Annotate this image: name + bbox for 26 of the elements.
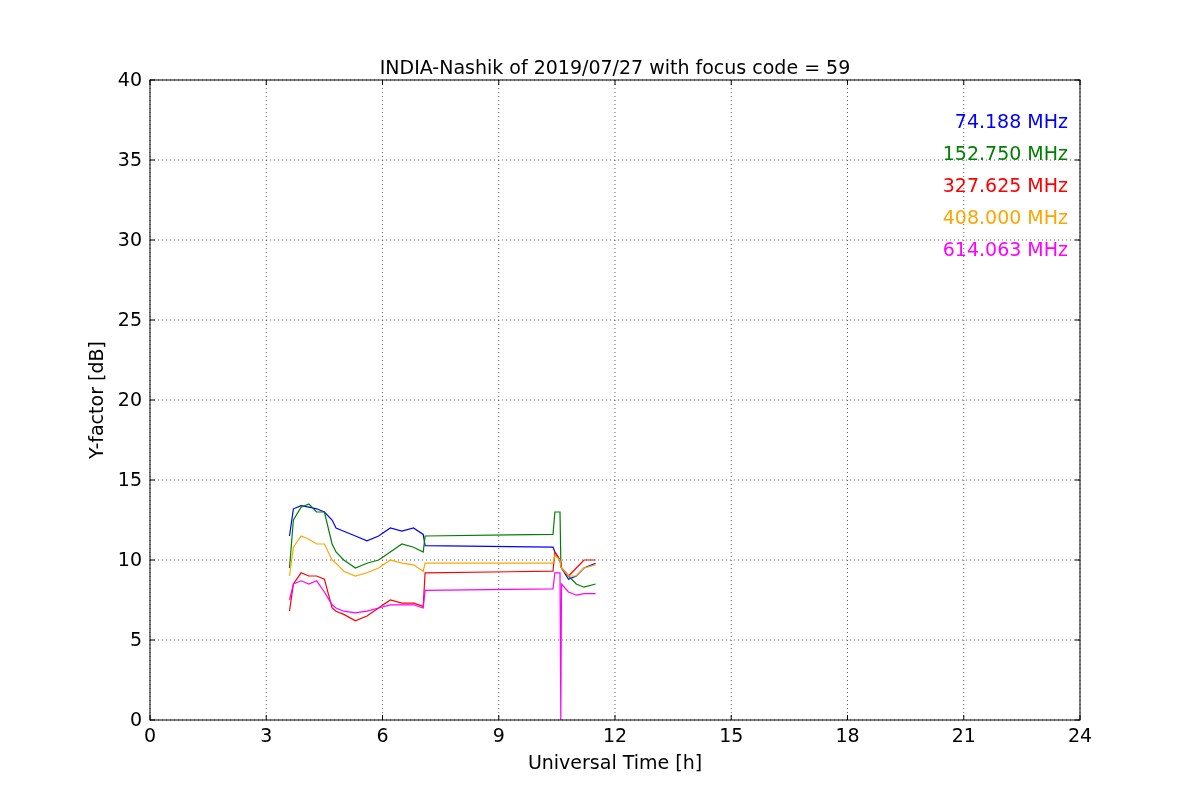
- tick-label: 18: [835, 724, 860, 746]
- tick-label: 20: [117, 388, 142, 410]
- tick-label: 35: [117, 148, 142, 170]
- tick-label: 10: [117, 548, 142, 570]
- tick-label: 0: [129, 708, 142, 730]
- tick-label: 3: [260, 724, 273, 746]
- tick-label: 12: [602, 724, 628, 746]
- tick-label: 6: [376, 724, 389, 746]
- tick-label: 25: [117, 308, 142, 330]
- legend-label: 408.000 MHz: [942, 206, 1068, 228]
- tick-label: 9: [492, 724, 505, 746]
- y-axis-label: Y-factor [dB]: [85, 341, 107, 459]
- tick-label: 30: [117, 228, 142, 250]
- tick-label: 24: [1067, 724, 1093, 746]
- x-axis-label: Universal Time [h]: [527, 751, 703, 773]
- tick-label: 40: [117, 68, 142, 90]
- legend-label: 152.750 MHz: [942, 142, 1068, 164]
- tick-label: 15: [719, 724, 744, 746]
- tick-label: 0: [143, 724, 157, 746]
- tick-label: 5: [129, 628, 142, 650]
- legend-label: 327.625 MHz: [942, 174, 1068, 196]
- tick-label: 21: [951, 724, 976, 746]
- tick-label: 15: [117, 468, 142, 490]
- legend-label: 614.063 MHz: [942, 238, 1068, 260]
- legend-label: 74.188 MHz: [954, 110, 1068, 132]
- chart-title: INDIA-Nashik of 2019/07/27 with focus code = 59: [379, 56, 851, 78]
